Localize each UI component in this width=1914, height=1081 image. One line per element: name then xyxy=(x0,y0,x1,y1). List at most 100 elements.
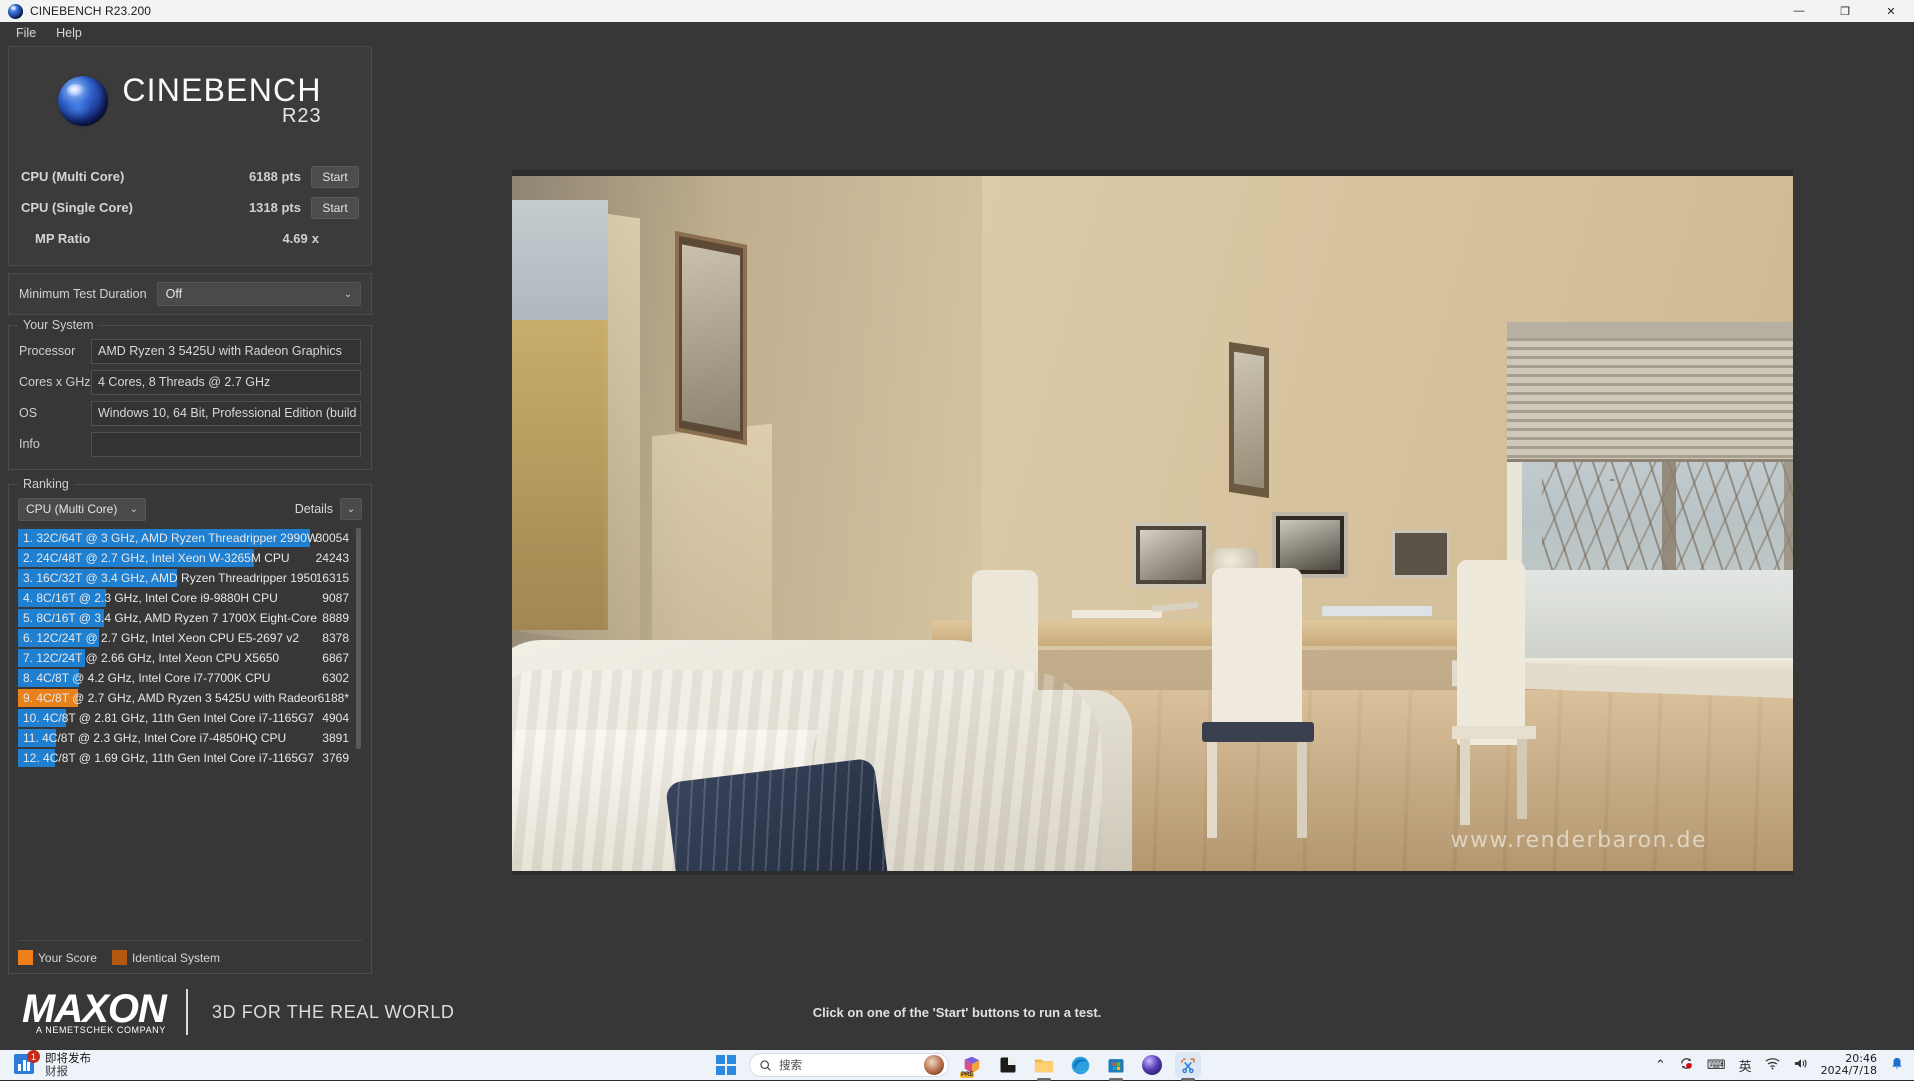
search-input[interactable]: 搜索 xyxy=(749,1053,949,1077)
ranking-row-label: 3. 16C/32T @ 3.4 GHz, AMD Ryzen Threadri… xyxy=(18,571,318,585)
single-core-label: CPU (Single Core) xyxy=(21,200,133,215)
details-label: Details xyxy=(295,502,333,516)
field-info: Info xyxy=(19,431,361,457)
scrollbar-thumb[interactable] xyxy=(356,528,361,749)
search-placeholder: 搜索 xyxy=(779,1057,802,1073)
left-panel: CINEBENCH R23 CPU (Multi Core) 6188 pts … xyxy=(8,46,372,974)
edge-icon xyxy=(1070,1055,1091,1076)
minimum-test-duration-label: Minimum Test Duration xyxy=(19,287,147,301)
status-message: Click on one of the 'Start' buttons to r… xyxy=(0,1005,1914,1020)
ranking-row[interactable]: 6. 12C/24T @ 2.7 GHz, Intel Xeon CPU E5-… xyxy=(18,628,362,648)
speaker-icon[interactable] xyxy=(1793,1057,1808,1074)
start-single-button[interactable]: Start xyxy=(311,197,359,219)
ranking-scrollbar[interactable] xyxy=(355,528,362,933)
chevron-up-icon[interactable]: ⌃ xyxy=(1655,1058,1666,1073)
ranking-row-score: 24243 xyxy=(316,551,349,565)
ranking-group: Ranking CPU (Multi Core) ⌄ Details ⌄ 1. … xyxy=(8,484,372,974)
search-icon xyxy=(759,1059,772,1072)
chart-app-icon: 1 xyxy=(14,1054,36,1076)
menubar: File Help xyxy=(0,22,1914,44)
toast-subtitle: 财报 xyxy=(45,1065,91,1078)
ranking-legend: Your Score Identical System xyxy=(18,940,362,965)
start-button[interactable] xyxy=(713,1052,739,1078)
info-value[interactable] xyxy=(91,432,361,457)
taskbar-app-notes[interactable] xyxy=(995,1052,1021,1078)
ranking-row[interactable]: 11. 4C/8T @ 2.3 GHz, Intel Core i7-4850H… xyxy=(18,728,362,748)
keyboard-icon[interactable]: ⌨ xyxy=(1707,1058,1726,1073)
single-core-value: 1318 pts xyxy=(249,200,311,215)
ranking-row-label: 9. 4C/8T @ 2.7 GHz, AMD Ryzen 3 5425U wi… xyxy=(18,691,318,705)
system-tray: ⌃ ⌨ 英 xyxy=(1655,1053,1904,1077)
wifi-icon[interactable] xyxy=(1765,1057,1780,1074)
taskbar-app-snipping[interactable] xyxy=(1175,1052,1201,1078)
maximize-button[interactable]: ❐ xyxy=(1822,0,1868,22)
clock[interactable]: 20:46 2024/7/18 xyxy=(1821,1053,1877,1077)
ranking-row[interactable]: 12. 4C/8T @ 1.69 GHz, 11th Gen Intel Cor… xyxy=(18,748,362,768)
ranking-row[interactable]: 7. 12C/24T @ 2.66 GHz, Intel Xeon CPU X5… xyxy=(18,648,362,668)
details-button[interactable]: ⌄ xyxy=(340,498,362,520)
taskbar-app-edge[interactable] xyxy=(1067,1052,1093,1078)
legend-your-score: Your Score xyxy=(18,950,97,965)
taskbar-toast[interactable]: 1 即将发布 财报 xyxy=(0,1052,91,1078)
minimum-test-duration-value: Off xyxy=(166,287,182,301)
ranking-row[interactable]: 2. 24C/48T @ 2.7 GHz, Intel Xeon W-3265M… xyxy=(18,548,362,568)
taskbar-app-explorer[interactable] xyxy=(1031,1052,1057,1078)
start-multi-button[interactable]: Start xyxy=(311,166,359,188)
render-viewport[interactable]: www.renderbaron.de xyxy=(512,170,1793,875)
chevron-down-icon: ⌄ xyxy=(347,504,355,515)
close-button[interactable]: ✕ xyxy=(1868,0,1914,22)
running-indicator xyxy=(1175,1052,1201,1078)
cinebench-ball-icon xyxy=(8,4,23,19)
brand-name: CINEBENCH xyxy=(122,73,321,107)
ranking-row-score: 4904 xyxy=(322,711,349,725)
clock-date: 2024/7/18 xyxy=(1821,1065,1877,1077)
running-indicator xyxy=(1031,1052,1057,1078)
ranking-row-score: 6188* xyxy=(318,691,349,705)
pre-badge: PRE xyxy=(960,1072,974,1078)
ranking-row-label: 6. 12C/24T @ 2.7 GHz, Intel Xeon CPU E5-… xyxy=(18,631,299,645)
window-titlebar: CINEBENCH R23.200 — ❐ ✕ xyxy=(0,0,1914,22)
ranking-row-score: 3769 xyxy=(322,751,349,765)
running-indicator xyxy=(1103,1052,1129,1078)
field-os: OS Windows 10, 64 Bit, Professional Edit… xyxy=(19,400,361,426)
info-label: Info xyxy=(19,437,91,451)
menu-help[interactable]: Help xyxy=(47,23,91,43)
ranking-row-score: 16315 xyxy=(316,571,349,585)
footer-bar: MAXON A NEMETSCHEK COMPANY 3D FOR THE RE… xyxy=(0,974,1914,1050)
ranking-row[interactable]: 4. 8C/16T @ 2.3 GHz, Intel Core i9-9880H… xyxy=(18,588,362,608)
ranking-mode-select[interactable]: CPU (Multi Core) ⌄ xyxy=(18,498,146,521)
ranking-row-label: 5. 8C/16T @ 3.4 GHz, AMD Ryzen 7 1700X E… xyxy=(18,611,318,625)
menu-file[interactable]: File xyxy=(7,23,45,43)
ranking-row[interactable]: 8. 4C/8T @ 4.2 GHz, Intel Core i7-7700K … xyxy=(18,668,362,688)
ranking-row[interactable]: 1. 32C/64T @ 3 GHz, AMD Ryzen Threadripp… xyxy=(18,528,362,548)
ranking-title: Ranking xyxy=(18,477,74,491)
legend-swatch-your-score xyxy=(18,950,33,965)
taskbar-app-cinema4d[interactable] xyxy=(1139,1052,1165,1078)
multi-core-value: 6188 pts xyxy=(249,169,311,184)
taskbar-app-copilot[interactable]: PRE xyxy=(959,1052,985,1078)
ranking-mode-value: CPU (Multi Core) xyxy=(26,502,117,516)
os-value: Windows 10, 64 Bit, Professional Edition… xyxy=(91,401,361,426)
ranking-row[interactable]: 10. 4C/8T @ 2.81 GHz, 11th Gen Intel Cor… xyxy=(18,708,362,728)
ranking-row-score: 3891 xyxy=(322,731,349,745)
field-processor: Processor AMD Ryzen 3 5425U with Radeon … xyxy=(19,338,361,364)
notification-bell-icon[interactable] xyxy=(1890,1056,1904,1075)
ranking-row-score: 8378 xyxy=(322,631,349,645)
brand-version: R23 xyxy=(282,105,322,128)
ranking-row[interactable]: 5. 8C/16T @ 3.4 GHz, AMD Ryzen 7 1700X E… xyxy=(18,608,362,628)
ranking-row-label: 1. 32C/64T @ 3 GHz, AMD Ryzen Threadripp… xyxy=(18,531,318,545)
multi-core-label: CPU (Multi Core) xyxy=(21,169,124,184)
ime-indicator[interactable]: 英 xyxy=(1739,1056,1752,1075)
cinema4d-icon xyxy=(1142,1055,1162,1075)
score-row-single: CPU (Single Core) 1318 pts Start xyxy=(21,192,359,223)
minimum-test-duration-select[interactable]: Off ⌄ xyxy=(157,282,361,306)
sync-icon[interactable] xyxy=(1679,1056,1694,1075)
ranking-row[interactable]: 3. 16C/32T @ 3.4 GHz, AMD Ryzen Threadri… xyxy=(18,568,362,588)
ranking-row-score: 30054 xyxy=(316,531,349,545)
ranking-row[interactable]: 9. 4C/8T @ 2.7 GHz, AMD Ryzen 3 5425U wi… xyxy=(18,688,362,708)
minimize-button[interactable]: — xyxy=(1776,0,1822,22)
ranking-row-label: 4. 8C/16T @ 2.3 GHz, Intel Core i9-9880H… xyxy=(18,591,278,605)
legend-swatch-identical-system xyxy=(112,950,127,965)
ranking-list[interactable]: 1. 32C/64T @ 3 GHz, AMD Ryzen Threadripp… xyxy=(18,528,362,933)
taskbar-app-store[interactable] xyxy=(1103,1052,1129,1078)
